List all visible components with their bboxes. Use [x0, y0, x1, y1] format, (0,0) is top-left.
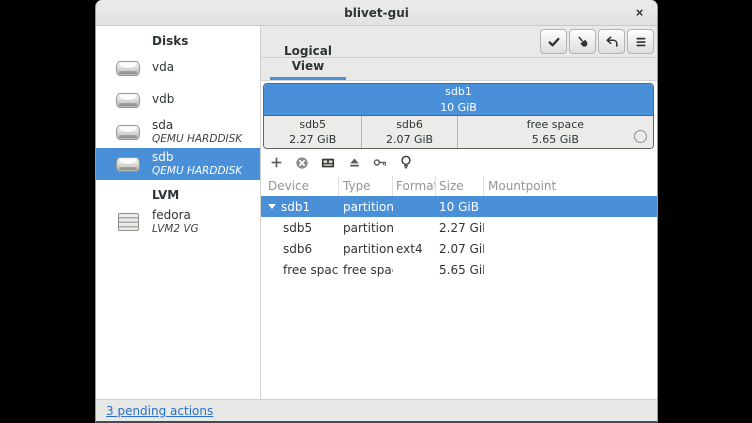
pending-actions-link[interactable]: 3 pending actions: [106, 404, 213, 418]
tab-logical-view[interactable]: Logical View: [270, 44, 346, 80]
sidebar-item-label: sda: [152, 119, 242, 133]
table-row-free-space[interactable]: free space free space 5.65 GiB: [261, 259, 657, 280]
cell-type: partition: [339, 196, 393, 217]
sidebar-item-sda[interactable]: sda QEMU HARDDISK: [96, 116, 260, 148]
column-header-size[interactable]: Size: [436, 176, 484, 196]
hamburger-icon: [634, 35, 648, 49]
undo-button[interactable]: [598, 29, 625, 54]
sidebar-item-label: fedora: [152, 209, 199, 223]
partition-size: 2.27 GiB: [289, 132, 336, 147]
delete-icon[interactable]: [295, 155, 309, 171]
disk-icon: [115, 61, 141, 76]
apply-actions-button[interactable]: [540, 29, 567, 54]
cell-mountpoint: [484, 238, 657, 259]
edit-icon[interactable]: [321, 155, 335, 171]
cell-device: free space: [261, 259, 339, 280]
view-tabbar: Logical View: [261, 58, 657, 81]
cell-size: 2.27 GiB: [436, 217, 484, 238]
partition-actions-toolbar: [261, 149, 657, 176]
sidebar-item-vda[interactable]: vda: [96, 52, 260, 84]
sidebar-item-fedora[interactable]: fedora LVM2 VG: [96, 206, 260, 238]
expander-icon[interactable]: [268, 204, 276, 209]
lvm-icon: [115, 213, 141, 231]
disk-icon: [115, 125, 141, 140]
titlebar: blivet-gui ×: [96, 0, 657, 26]
partition-size: 5.65 GiB: [532, 132, 579, 147]
lvm-section-header: LVM: [96, 180, 260, 206]
partition-diagram: sdb1 10 GiB sdb5 2.27 GiB sdb6 2.07 GiB: [263, 83, 654, 149]
cell-format: [393, 259, 436, 280]
cell-device: sdb6: [261, 238, 339, 259]
diagram-cell-sdb6[interactable]: sdb6 2.07 GiB: [362, 116, 457, 148]
broom-icon: [576, 35, 590, 49]
column-header-mountpoint[interactable]: Mountpoint: [484, 176, 657, 196]
column-header-type[interactable]: Type: [339, 176, 393, 196]
cell-size: 5.65 GiB: [436, 259, 484, 280]
sidebar-item-label: sdb: [152, 151, 242, 165]
cell-size: 10 GiB: [436, 196, 484, 217]
unmount-icon[interactable]: [347, 155, 361, 171]
partition-size: 10 GiB: [440, 100, 477, 115]
cell-device: sdb5: [261, 217, 339, 238]
diagram-cell-free-space[interactable]: free space 5.65 GiB: [458, 116, 653, 148]
column-header-device[interactable]: Device: [261, 176, 339, 196]
device-view: sdb1 10 GiB sdb5 2.27 GiB sdb6 2.07 GiB: [261, 81, 657, 399]
radio-circle-icon: [634, 130, 647, 143]
blivet-gui-window: blivet-gui × Disks vda vdb sda QEMU HARD…: [95, 0, 658, 423]
partition-name: sdb5: [299, 117, 326, 132]
unlock-icon[interactable]: [373, 155, 387, 171]
diagram-parent-partition[interactable]: sdb1 10 GiB: [264, 84, 653, 116]
partition-name: free space: [527, 117, 584, 132]
window-title: blivet-gui: [344, 6, 409, 20]
sidebar-item-sdb[interactable]: sdb QEMU HARDDISK: [96, 148, 260, 180]
sidebar-item-label: vda: [152, 61, 174, 75]
cell-mountpoint: [484, 217, 657, 238]
sidebar-item-subtitle: QEMU HARDDISK: [152, 165, 242, 177]
disk-icon: [115, 157, 141, 172]
close-icon[interactable]: ×: [629, 2, 650, 23]
check-icon: [547, 35, 561, 49]
table-row-sdb1[interactable]: sdb1 partition 10 GiB: [261, 196, 657, 217]
main-panel: Logical View sdb1 10 GiB sdb5 2.27 GiB: [261, 26, 657, 399]
sidebar-item-label: vdb: [152, 93, 174, 107]
info-icon[interactable]: [399, 155, 413, 171]
clear-actions-button[interactable]: [569, 29, 596, 54]
table-header-row: Device Type Format Size Mountpoint: [261, 176, 657, 196]
column-header-format[interactable]: Format: [393, 176, 436, 196]
statusbar: 3 pending actions: [96, 399, 657, 421]
sidebar-item-subtitle: LVM2 VG: [152, 223, 199, 235]
cell-size: 2.07 GiB: [436, 238, 484, 259]
cell-format: [393, 196, 436, 217]
cell-format: ext4: [393, 238, 436, 259]
cell-device: sdb1: [281, 200, 310, 214]
partition-size: 2.07 GiB: [386, 132, 433, 147]
add-icon[interactable]: [269, 155, 283, 171]
cell-type: partition: [339, 238, 393, 259]
table-row-sdb6[interactable]: sdb6 partition ext4 2.07 GiB: [261, 238, 657, 259]
cell-mountpoint: [484, 259, 657, 280]
menu-button[interactable]: [627, 29, 654, 54]
device-sidebar: Disks vda vdb sda QEMU HARDDISK sdb: [96, 26, 261, 399]
sidebar-item-vdb[interactable]: vdb: [96, 84, 260, 116]
cell-format: [393, 217, 436, 238]
disk-icon: [115, 93, 141, 108]
cell-type: partition: [339, 217, 393, 238]
cell-type: free space: [339, 259, 393, 280]
table-row-sdb5[interactable]: sdb5 partition 2.27 GiB: [261, 217, 657, 238]
cell-mountpoint: [484, 196, 657, 217]
partition-name: sdb1: [445, 84, 472, 99]
device-table: Device Type Format Size Mountpoint sdb1 …: [261, 176, 657, 280]
undo-icon: [605, 35, 619, 49]
sidebar-item-subtitle: QEMU HARDDISK: [152, 133, 242, 145]
partition-name: sdb6: [396, 117, 423, 132]
diagram-cell-sdb5[interactable]: sdb5 2.27 GiB: [264, 116, 362, 148]
disks-section-header: Disks: [96, 26, 260, 52]
